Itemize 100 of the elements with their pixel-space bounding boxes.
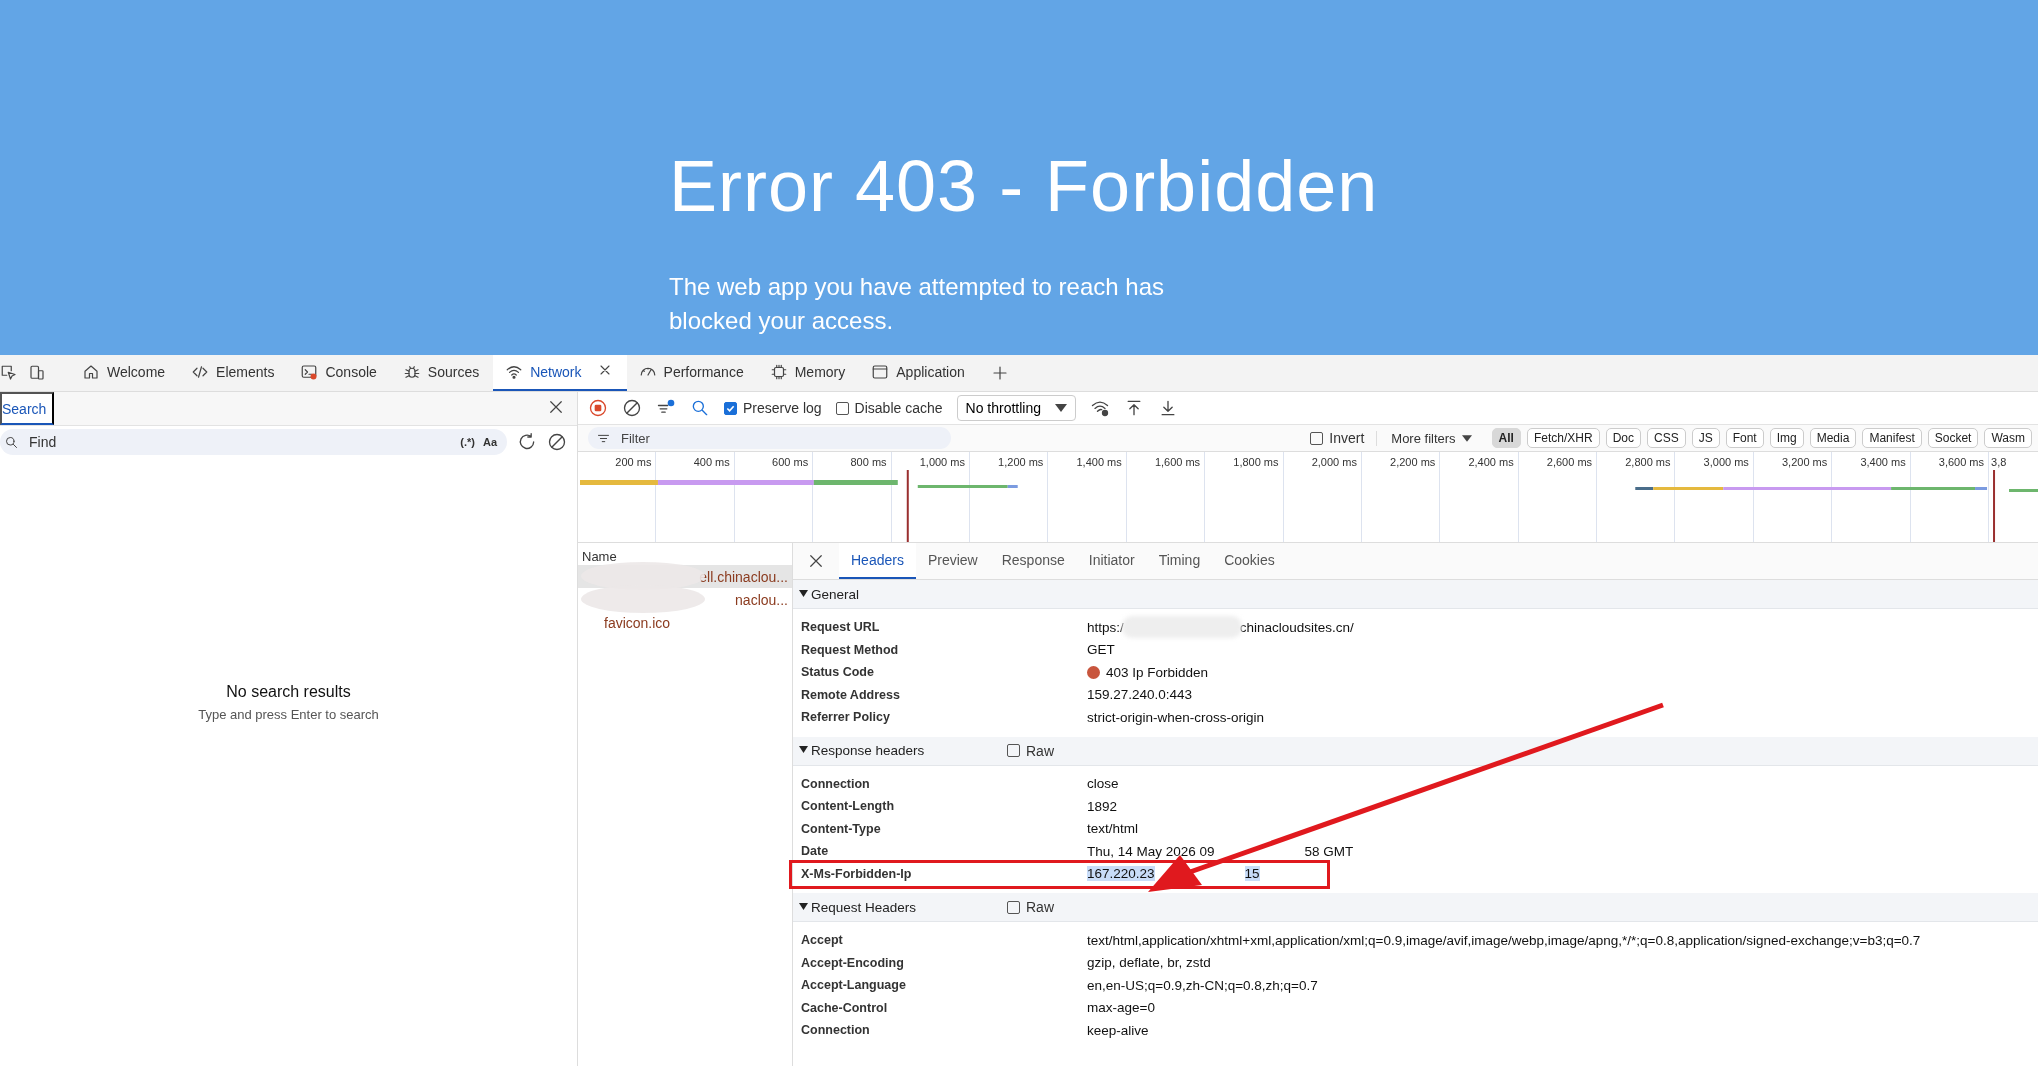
checkbox-label: Preserve log	[743, 400, 822, 416]
request-row[interactable]: ell.chinaclou...	[578, 565, 792, 588]
find-field[interactable]: Find (.*) Aa	[0, 429, 507, 455]
panel-tab[interactable]: Performance	[626, 355, 758, 391]
close-icon	[807, 552, 825, 570]
time-tick-label: 3,200 ms	[1782, 456, 1828, 468]
checkbox[interactable]	[1007, 900, 1020, 914]
detail-tab[interactable]: Timing	[1146, 543, 1213, 579]
type-filter-chip[interactable]: JS	[1691, 428, 1720, 448]
header-name: Accept-Language	[801, 978, 907, 993]
filter-field[interactable]: Filter	[588, 427, 952, 449]
header-value: https:/	[1087, 619, 1124, 635]
detail-tab[interactable]: Headers	[839, 543, 916, 579]
type-filter-chip[interactable]: Wasm	[1984, 428, 2032, 448]
section-title: Response headers	[811, 743, 926, 758]
checkbox[interactable]	[835, 401, 849, 415]
detail-tab[interactable]: Preview	[915, 543, 990, 579]
find-field[interactable]: Find	[27, 433, 453, 451]
section-title: General	[811, 586, 861, 602]
request-row[interactable]: naclou...	[578, 588, 792, 611]
expand-toggle[interactable]	[799, 588, 811, 600]
checkbox-label: Raw	[1026, 899, 1054, 915]
panel-tab[interactable]: Application	[859, 355, 979, 391]
expand-toggle[interactable]	[799, 745, 811, 756]
header-value: gzip, deflate, br, zstd	[1087, 955, 1211, 971]
bug-icon	[402, 363, 421, 381]
time-tick-label: 1,200 ms	[998, 456, 1044, 468]
time-tick-label: 2,600 ms	[1546, 456, 1593, 468]
caret-icon	[1055, 404, 1067, 412]
header-name: Connection	[801, 776, 871, 791]
time-tick-label: 1,000 ms	[919, 456, 965, 468]
device-icon	[28, 364, 46, 382]
type-filter-chip[interactable]: Socket	[1927, 428, 1979, 448]
waterfall-bar	[2009, 489, 2038, 492]
inspect-icon	[0, 364, 18, 382]
detail-tab[interactable]: Response	[989, 543, 1077, 579]
header-value: en,en-US;q=0.9,zh-CN;q=0.8,zh;q=0.7	[1087, 977, 1318, 993]
time-tick-label: 800 ms	[850, 456, 887, 468]
checkbox[interactable]	[724, 401, 737, 415]
panel-tab[interactable]: Elements	[179, 355, 289, 391]
header-value: chinacloudsites.cn/	[1239, 619, 1354, 635]
time-tick-label: 3,600 ms	[1938, 456, 1985, 468]
type-filter-chip[interactable]: CSS	[1646, 428, 1686, 448]
time-tick-label: 2,000 ms	[1311, 456, 1357, 468]
type-filter-chip[interactable]: Img	[1769, 428, 1804, 448]
panel-tab[interactable]: Network	[493, 355, 627, 391]
filter-field[interactable]: Filter	[619, 429, 944, 447]
match-case-toggle[interactable]: Aa	[482, 436, 497, 448]
checkbox-label: Raw	[1026, 742, 1054, 759]
expand-toggle[interactable]	[799, 901, 811, 913]
time-tick-label: 1,800 ms	[1233, 456, 1279, 468]
request-row[interactable]: favicon.ico	[578, 611, 792, 634]
header-value: 167.220.23	[1087, 866, 1155, 882]
type-filter-chip[interactable]: All	[1491, 428, 1521, 448]
checkbox-label: Invert	[1329, 430, 1365, 446]
checkbox[interactable]	[1310, 431, 1324, 445]
header-value: text/html,application/xhtml+xml,application/xml;q=0.9,image/avif,image/webp,image/apng,*/*;q=0.8,application/signed-exchange;v=b3;q=0.7	[1087, 932, 1921, 948]
header-name: Connection	[801, 1023, 871, 1038]
header-value: 1892	[1087, 798, 1118, 814]
panel-tab[interactable]: Memory	[757, 355, 860, 391]
checkbox[interactable]	[1007, 744, 1020, 757]
refresh-icon	[517, 432, 537, 452]
search-icon	[4, 434, 19, 450]
detail-tab[interactable]: Initiator	[1076, 543, 1147, 579]
clear-icon	[622, 398, 642, 418]
header-value: keep-alive	[1087, 1022, 1149, 1038]
header-value: close	[1087, 776, 1119, 792]
type-filter-chip[interactable]: Fetch/XHR	[1526, 428, 1600, 448]
type-filter-chip[interactable]: Font	[1725, 428, 1764, 448]
search-tab[interactable]: Search	[0, 392, 55, 425]
time-tick-label: 200 ms	[615, 456, 652, 468]
wifi-icon	[505, 363, 524, 381]
empty-hint: Type and press Enter to search	[198, 706, 379, 722]
header-value: GET	[1087, 642, 1115, 658]
type-filter-chip[interactable]: Doc	[1605, 428, 1641, 448]
header-value: 159.27.240.0:443	[1087, 687, 1193, 703]
panel-tab[interactable]: Console	[288, 355, 391, 391]
header-name: Accept-Encoding	[801, 955, 905, 970]
throttling-dropdown[interactable]: No throttling	[956, 395, 1076, 421]
panel-tab[interactable]: Welcome	[70, 355, 180, 391]
header-value: 58 GMT	[1304, 843, 1354, 859]
type-filter-chip[interactable]: Manifest	[1862, 428, 1922, 448]
time-tick-label: 2,400 ms	[1468, 456, 1514, 468]
time-tick-label: 3,000 ms	[1703, 456, 1749, 468]
column-header: Name	[581, 548, 618, 565]
clear-icon	[547, 432, 567, 452]
header-value: strict-origin-when-cross-origin	[1087, 709, 1265, 725]
header-name: Content-Length	[801, 799, 896, 814]
header-value: max-age=0	[1087, 1000, 1155, 1016]
header-value: 403 Ip Forbidden	[1106, 664, 1209, 680]
search-icon	[690, 398, 710, 418]
type-filter-chip[interactable]: Media	[1809, 428, 1857, 448]
error-message: The web app you have attempted to reach has blocked your access.	[669, 272, 1165, 336]
regex-toggle[interactable]: (.*)	[460, 436, 475, 448]
more-filters-dropdown[interactable]: More filters	[1376, 430, 1486, 446]
header-value: text/html	[1087, 821, 1138, 837]
detail-tab[interactable]: Cookies	[1212, 543, 1287, 579]
panel-tab[interactable]: Sources	[390, 355, 494, 391]
header-name: X-Ms-Forbidden-Ip	[801, 866, 913, 881]
time-tick-label: 3,8	[1991, 456, 2007, 468]
